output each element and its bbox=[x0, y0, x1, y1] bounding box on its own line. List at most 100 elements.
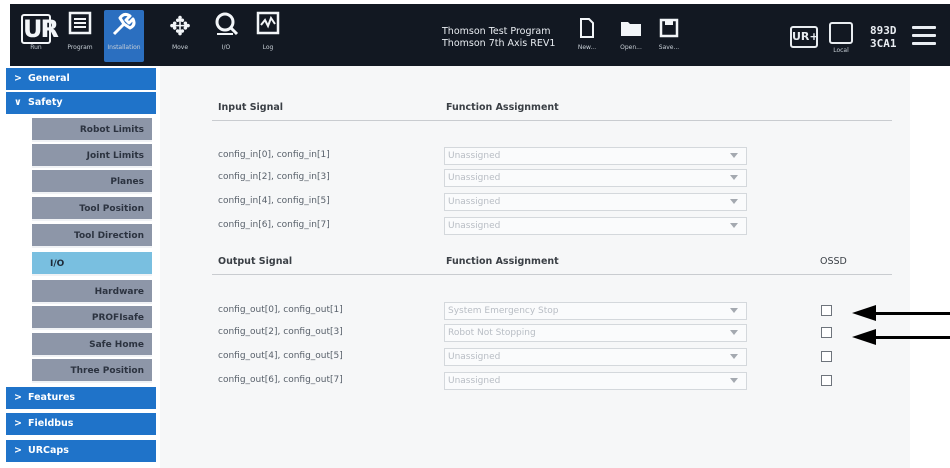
log-label: Log bbox=[262, 44, 274, 51]
robot-serial: 893D 3CA1 bbox=[870, 24, 897, 50]
local-icon bbox=[829, 22, 853, 44]
installation-tab[interactable]: Installation bbox=[104, 10, 144, 62]
new-button[interactable]: New... bbox=[570, 18, 604, 51]
run-label: Run bbox=[30, 44, 42, 51]
hamburger-menu-icon[interactable] bbox=[912, 26, 936, 50]
dropdown-value: Unassigned bbox=[448, 352, 501, 362]
sidebar-item-tool-position[interactable]: Tool Position bbox=[32, 197, 152, 221]
input-function-header: Function Assignment bbox=[446, 102, 559, 113]
output-function-dropdown[interactable]: Unassigned bbox=[444, 348, 747, 366]
run-tab[interactable]: UR Run bbox=[16, 10, 59, 62]
sidebar-item-io[interactable]: I/O bbox=[32, 252, 152, 276]
divider bbox=[212, 120, 892, 121]
output-function-dropdown[interactable]: Robot Not Stopping bbox=[444, 324, 747, 342]
move-icon: ✥ bbox=[169, 12, 191, 42]
io-settings-panel bbox=[160, 66, 910, 468]
save-button[interactable]: Save... bbox=[652, 18, 686, 51]
screen: UR Run Program Installation ✥ Move I/O L… bbox=[0, 0, 950, 468]
sidebar-category-features[interactable]: > Features bbox=[6, 387, 156, 409]
sidebar-item-planes[interactable]: Planes bbox=[32, 170, 152, 194]
move-tab[interactable]: ✥ Move bbox=[160, 10, 200, 62]
serial-line-1: 893D bbox=[870, 24, 897, 37]
sidebar-item-three-position[interactable]: Three Position bbox=[32, 359, 152, 383]
chevron-right-icon: > bbox=[14, 445, 22, 456]
output-signal-header: Output Signal bbox=[218, 256, 293, 267]
ossd-header: OSSD bbox=[820, 256, 847, 267]
dropdown-value: Unassigned bbox=[448, 376, 501, 386]
output-signal-label: config_out[0], config_out[1] bbox=[218, 305, 343, 315]
chevron-down-icon bbox=[730, 354, 738, 359]
output-function-dropdown[interactable]: System Emergency Stop bbox=[444, 302, 747, 320]
program-label: Program bbox=[67, 44, 93, 51]
dropdown-value: Unassigned bbox=[448, 221, 501, 231]
input-signal-label: config_in[4], config_in[5] bbox=[218, 196, 330, 206]
ossd-checkbox[interactable] bbox=[821, 351, 832, 362]
log-icon bbox=[248, 10, 288, 44]
input-signal-label: config_in[6], config_in[7] bbox=[218, 220, 330, 230]
input-function-dropdown[interactable]: Unassigned bbox=[444, 193, 747, 211]
sidebar-item-safe-home[interactable]: Safe Home bbox=[32, 333, 152, 357]
annotation-arrow-shaft bbox=[872, 312, 950, 315]
output-signal-label: config_out[2], config_out[3] bbox=[218, 327, 343, 337]
installation-icon bbox=[104, 10, 144, 44]
program-info: Thomson Test Program Thomson 7th Axis RE… bbox=[442, 26, 555, 50]
sidebar-category-safety[interactable]: ∨ Safety bbox=[6, 92, 156, 114]
dropdown-value: Robot Not Stopping bbox=[448, 328, 536, 338]
sidebar-item-robot-limits[interactable]: Robot Limits bbox=[32, 118, 152, 142]
input-function-dropdown[interactable]: Unassigned bbox=[444, 217, 747, 235]
input-function-dropdown[interactable]: Unassigned bbox=[444, 169, 747, 187]
io-tab[interactable]: I/O bbox=[206, 10, 246, 62]
serial-line-2: 3CA1 bbox=[870, 37, 897, 50]
sidebar-category-label: Fieldbus bbox=[28, 418, 74, 429]
output-function-dropdown[interactable]: Unassigned bbox=[444, 372, 747, 390]
chevron-down-icon bbox=[730, 153, 738, 158]
input-signal-label: config_in[2], config_in[3] bbox=[218, 172, 330, 182]
divider bbox=[212, 274, 892, 275]
program-icon bbox=[60, 10, 100, 44]
ossd-checkbox[interactable] bbox=[821, 305, 832, 316]
sidebar-category-fieldbus[interactable]: > Fieldbus bbox=[6, 413, 156, 435]
sidebar-item-profisafe[interactable]: PROFIsafe bbox=[32, 306, 152, 330]
sidebar-category-label: General bbox=[28, 73, 70, 84]
chevron-down-icon bbox=[730, 330, 738, 335]
chevron-right-icon: > bbox=[14, 392, 22, 403]
open-label: Open... bbox=[620, 44, 642, 51]
move-label: Move bbox=[171, 44, 189, 51]
open-button[interactable]: Open... bbox=[614, 18, 648, 51]
sidebar-category-urcaps[interactable]: > URCaps bbox=[6, 440, 156, 462]
top-bar: UR Run Program Installation ✥ Move I/O L… bbox=[10, 4, 950, 66]
output-signal-label: config_out[4], config_out[5] bbox=[218, 351, 343, 361]
chevron-down-icon: ∨ bbox=[14, 97, 22, 108]
sidebar-category-label: URCaps bbox=[28, 445, 69, 456]
folder-icon bbox=[614, 18, 648, 44]
sidebar-category-label: Safety bbox=[28, 97, 63, 108]
dropdown-value: Unassigned bbox=[448, 197, 501, 207]
chevron-right-icon: > bbox=[14, 418, 22, 429]
installation-label: Installation bbox=[107, 44, 141, 51]
io-icon bbox=[206, 10, 246, 44]
urplus-icon[interactable]: UR+ bbox=[790, 26, 819, 48]
sidebar-item-joint-limits[interactable]: Joint Limits bbox=[32, 144, 152, 168]
chevron-right-icon: > bbox=[14, 73, 22, 84]
sidebar-category-general[interactable]: > General bbox=[6, 68, 156, 90]
ossd-checkbox[interactable] bbox=[821, 375, 832, 386]
sidebar-item-hardware[interactable]: Hardware bbox=[32, 280, 152, 304]
ur-logo-icon: UR bbox=[21, 14, 59, 44]
local-label: Local bbox=[833, 47, 849, 54]
sidebar-item-tool-direction[interactable]: Tool Direction bbox=[32, 224, 152, 248]
local-button[interactable]: Local bbox=[828, 22, 854, 56]
input-function-dropdown[interactable]: Unassigned bbox=[444, 147, 747, 165]
output-function-header: Function Assignment bbox=[446, 256, 559, 267]
installation-name: Thomson 7th Axis REV1 bbox=[442, 38, 556, 49]
chevron-down-icon bbox=[730, 223, 738, 228]
log-tab[interactable]: Log bbox=[248, 10, 288, 62]
chevron-down-icon bbox=[730, 378, 738, 383]
save-label: Save... bbox=[658, 44, 680, 51]
input-signal-label: config_in[0], config_in[1] bbox=[218, 150, 330, 160]
input-signal-header: Input Signal bbox=[218, 102, 284, 113]
program-tab[interactable]: Program bbox=[60, 10, 100, 62]
ossd-checkbox[interactable] bbox=[821, 327, 832, 338]
chevron-down-icon bbox=[730, 175, 738, 180]
new-label: New... bbox=[577, 44, 597, 51]
save-icon bbox=[652, 18, 686, 44]
